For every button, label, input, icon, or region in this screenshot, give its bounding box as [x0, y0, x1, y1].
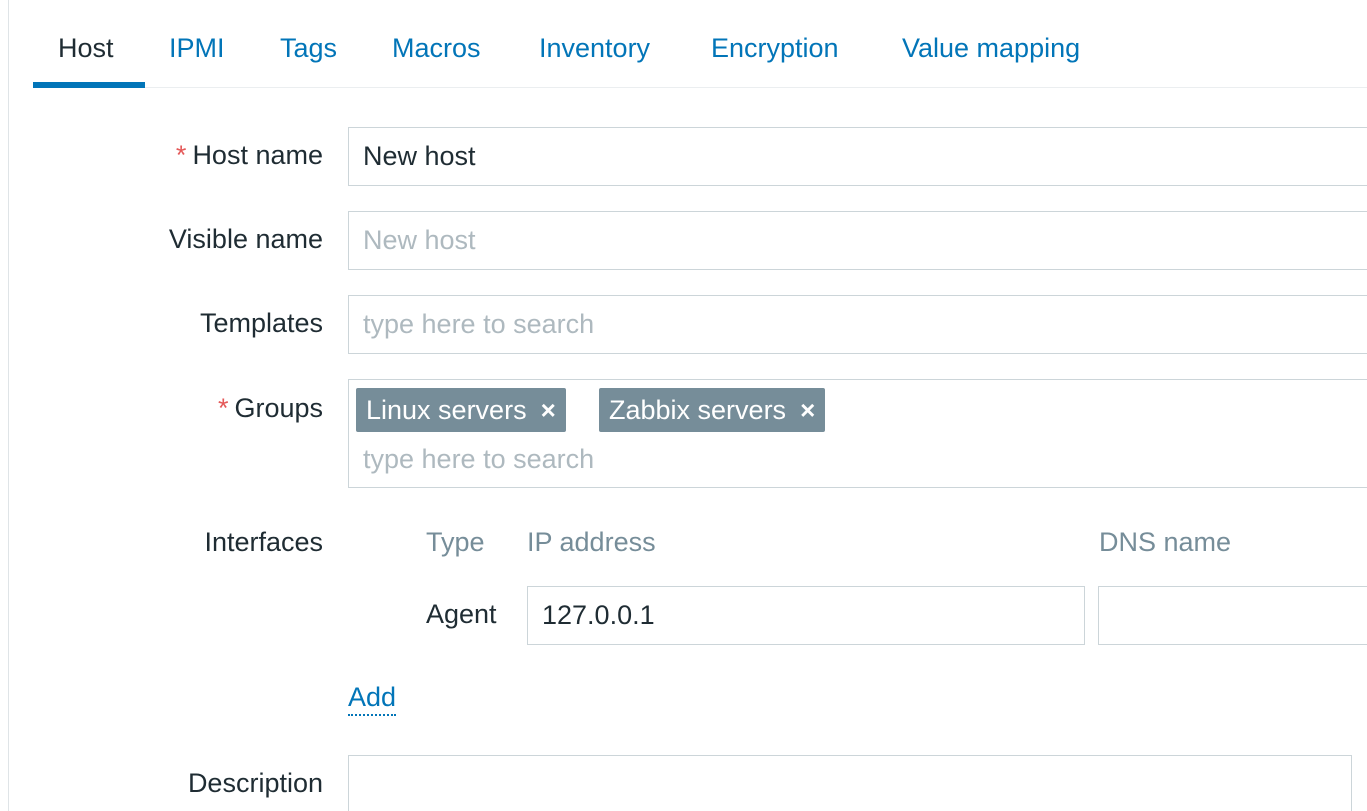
interfaces-col-type: Type — [426, 527, 485, 557]
remove-chip-icon[interactable]: × — [541, 388, 556, 432]
group-chip-label: Zabbix servers — [609, 395, 787, 425]
groups-label: * Groups — [217, 393, 323, 423]
tab-host[interactable]: Host — [58, 30, 114, 66]
interfaces-label: Interfaces — [204, 527, 323, 557]
interface-ip-value: 127.0.0.1 — [542, 600, 655, 630]
group-chip: Linux servers × — [356, 388, 566, 432]
interface-dns-input[interactable] — [1098, 586, 1367, 645]
tab-tags[interactable]: Tags — [280, 30, 337, 66]
description-label: Description — [187, 768, 323, 798]
host-name-input[interactable]: New host — [348, 127, 1367, 186]
group-chip: Zabbix servers × — [599, 388, 826, 432]
host-name-label: * Host name — [175, 140, 323, 170]
templates-label: Templates — [199, 308, 323, 338]
interface-ip-input[interactable]: 127.0.0.1 — [527, 586, 1085, 645]
groups-placeholder: type here to search — [363, 444, 595, 474]
visible-name-input[interactable]: New host — [348, 211, 1367, 270]
templates-search-input[interactable]: type here to search — [348, 295, 1367, 354]
remove-chip-icon[interactable]: × — [800, 388, 815, 432]
host-name-value: New host — [363, 141, 476, 171]
active-tab-indicator — [33, 82, 145, 88]
tab-bar-divider — [33, 87, 1367, 88]
required-marker: * — [217, 393, 229, 423]
content-left-border — [8, 0, 9, 811]
group-chip-label: Linux servers — [366, 395, 527, 425]
templates-placeholder: type here to search — [363, 309, 595, 339]
tab-value-mapping[interactable]: Value mapping — [902, 30, 1080, 66]
description-textarea[interactable] — [348, 755, 1352, 811]
visible-name-label: Visible name — [168, 224, 323, 254]
tab-ipmi[interactable]: IPMI — [169, 30, 225, 66]
required-marker: * — [175, 140, 187, 170]
interface-type: Agent — [426, 599, 497, 629]
groups-multiselect[interactable]: Linux servers × Zabbix servers × type here… — [348, 379, 1367, 488]
host-form-page: Host IPMI Tags Macros Inventory Encrypti… — [0, 0, 1367, 811]
tab-macros[interactable]: Macros — [392, 30, 481, 66]
interfaces-col-dns: DNS name — [1099, 527, 1232, 557]
add-interface-link[interactable]: Add — [348, 680, 397, 716]
tab-encryption[interactable]: Encryption — [711, 30, 839, 66]
interfaces-col-ip: IP address — [527, 527, 656, 557]
visible-name-placeholder: New host — [363, 225, 476, 255]
tab-inventory[interactable]: Inventory — [539, 30, 650, 66]
